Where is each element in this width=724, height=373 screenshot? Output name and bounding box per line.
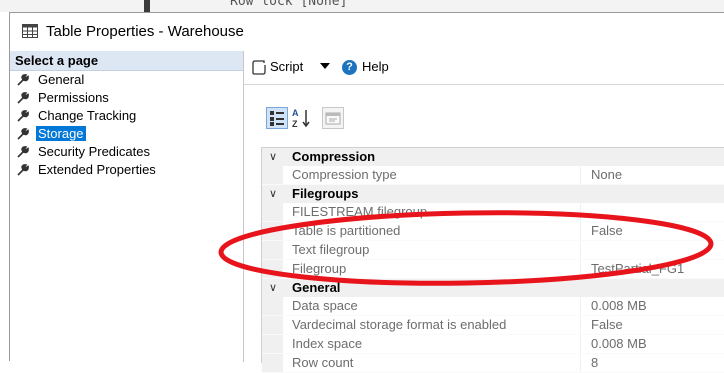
- page-item-label: Extended Properties: [38, 162, 156, 177]
- page-item-general[interactable]: General: [10, 71, 243, 89]
- property-row[interactable]: Filegroup TestPartial_FG1: [262, 260, 724, 279]
- row-margin: [262, 260, 283, 278]
- page-item-label: Security Predicates: [38, 144, 150, 159]
- alphabetical-view-button[interactable]: A Z: [291, 107, 313, 129]
- property-name: Filegroup: [292, 261, 347, 276]
- help-circle-icon[interactable]: ?: [342, 60, 357, 75]
- row-margin: [262, 335, 283, 353]
- wrench-icon: [17, 146, 29, 158]
- svg-text:Z: Z: [292, 119, 298, 129]
- category-row-general[interactable]: ∨ General: [262, 279, 724, 297]
- chevron-down-icon[interactable]: ∨: [269, 185, 277, 203]
- property-row[interactable]: Row count 8: [262, 354, 724, 373]
- dialog-toolbar: Script ? Help: [244, 51, 724, 85]
- wrench-icon: [17, 92, 29, 104]
- row-margin: [262, 222, 283, 240]
- row-margin: [262, 241, 283, 259]
- sort-alphabetical-icon: A Z: [292, 108, 310, 129]
- category-label: Compression: [292, 149, 376, 164]
- categorized-view-button[interactable]: [266, 107, 288, 129]
- property-pages-button[interactable]: [322, 107, 344, 129]
- row-margin: [262, 354, 283, 372]
- wrench-icon: [17, 74, 29, 86]
- property-name: Compression type: [292, 167, 397, 182]
- property-value: TestPartial_FG1: [580, 260, 724, 278]
- property-value: False: [580, 222, 724, 240]
- category-label: General: [292, 280, 341, 295]
- property-value: 0.008 MB: [580, 297, 724, 315]
- category-row-compression[interactable]: ∨ Compression: [262, 148, 724, 166]
- property-name: Row count: [292, 355, 354, 370]
- page-item-storage[interactable]: Storage: [10, 125, 243, 143]
- page-item-extended-properties[interactable]: Extended Properties: [10, 161, 243, 179]
- property-name: FILESTREAM filegroup: [292, 204, 428, 219]
- property-row[interactable]: Text filegroup: [262, 241, 724, 260]
- background-editor-strip: Row lock [None]: [0, 0, 724, 12]
- background-editor-text: Row lock [None]: [230, 0, 348, 9]
- row-margin: [262, 316, 283, 334]
- page-item-label: Permissions: [38, 90, 109, 105]
- page-selector-pane: Select a page General Permissions Change…: [10, 51, 244, 362]
- help-button[interactable]: Help: [362, 59, 389, 74]
- row-margin: [262, 166, 283, 184]
- category-label: Filegroups: [292, 186, 359, 201]
- property-value: [580, 203, 724, 221]
- property-row[interactable]: FILESTREAM filegroup: [262, 203, 724, 222]
- chevron-down-icon[interactable]: ∨: [269, 148, 277, 166]
- property-grid: ∨ Compression Compression type None ∨ Fi…: [261, 147, 724, 373]
- property-value: 0.008 MB: [580, 335, 724, 353]
- property-row[interactable]: Vardecimal storage format is enabled Fal…: [262, 316, 724, 335]
- wrench-icon: [17, 110, 29, 122]
- page-list: General Permissions Change Tracking Stor…: [10, 71, 243, 179]
- property-pages-icon: [325, 112, 341, 125]
- chevron-down-icon[interactable]: ∨: [269, 279, 277, 297]
- property-value: None: [580, 166, 724, 184]
- property-name: Index space: [292, 336, 363, 351]
- property-row[interactable]: Index space 0.008 MB: [262, 335, 724, 354]
- page-item-label: General: [38, 72, 85, 87]
- row-margin: [262, 297, 283, 315]
- page-item-change-tracking[interactable]: Change Tracking: [10, 107, 243, 125]
- chevron-down-icon[interactable]: [320, 63, 330, 69]
- select-page-header: Select a page: [10, 51, 243, 71]
- row-margin: [262, 203, 283, 221]
- svg-text:A: A: [292, 108, 299, 118]
- wrench-icon: [17, 128, 29, 140]
- page-item-label: Change Tracking: [38, 108, 137, 123]
- property-row[interactable]: Compression type None: [262, 166, 724, 185]
- property-name: Vardecimal storage format is enabled: [292, 317, 507, 332]
- window-title: Table Properties - Warehouse: [46, 23, 244, 40]
- property-name: Data space: [292, 298, 358, 313]
- categorized-icon: [270, 111, 284, 126]
- table-icon: [22, 24, 38, 38]
- script-icon[interactable]: [252, 60, 266, 75]
- category-row-filegroups[interactable]: ∨ Filegroups: [262, 185, 724, 203]
- script-button[interactable]: Script: [270, 59, 303, 74]
- table-properties-dialog: Table Properties - Warehouse Select a pa…: [9, 12, 724, 373]
- page-item-security-predicates[interactable]: Security Predicates: [10, 143, 243, 161]
- property-row[interactable]: Data space 0.008 MB: [262, 297, 724, 316]
- property-name: Text filegroup: [292, 242, 370, 257]
- page-item-label: Storage: [36, 126, 86, 141]
- property-value: 8: [580, 354, 724, 372]
- title-bar: Table Properties - Warehouse: [10, 13, 724, 51]
- property-area: A Z ∨ Compression Compression type None …: [244, 85, 724, 373]
- property-row[interactable]: Table is partitioned False: [262, 222, 724, 241]
- wrench-icon: [17, 164, 29, 176]
- page-item-permissions[interactable]: Permissions: [10, 89, 243, 107]
- background-dark-bar: [144, 0, 150, 12]
- property-value: False: [580, 316, 724, 334]
- property-value: [580, 241, 724, 259]
- property-name: Table is partitioned: [292, 223, 401, 238]
